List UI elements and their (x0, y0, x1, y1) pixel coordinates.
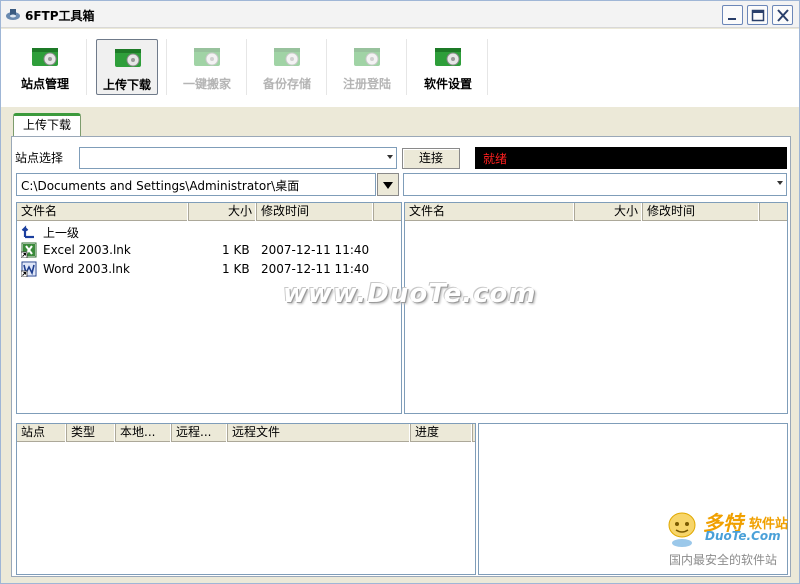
list-item[interactable]: Excel 2003.lnk 1 KB 2007-12-11 11:40 (17, 241, 401, 261)
column-header-size[interactable]: 大小 (575, 203, 643, 221)
column-header-site[interactable]: 站点 (17, 424, 67, 442)
triangle-down-icon (383, 182, 393, 189)
toolbar-register-login-button[interactable]: 注册登陆 (336, 39, 398, 95)
tab-upload-download[interactable]: 上传下载 (13, 113, 81, 137)
toolbar-label: 软件设置 (423, 77, 472, 91)
excel-icon (21, 242, 37, 258)
watermark-text: www.DuoTe.com (283, 279, 537, 309)
column-header-progress[interactable]: 进度 (411, 424, 473, 442)
logo-site: DuoTe.Com (705, 529, 781, 543)
column-header-filler (374, 203, 401, 221)
chevron-down-icon (777, 181, 783, 185)
app-icon (6, 9, 20, 20)
queue-list-header: 站点 类型 本地... 远程... 远程文件 进度 (17, 424, 475, 442)
toolbar-separator (326, 39, 327, 95)
file-size: 1 KB (222, 262, 250, 276)
local-list-header: 文件名 大小 修改时间 (17, 203, 401, 221)
file-name: Word 2003.lnk (43, 262, 130, 276)
chevron-down-icon (387, 155, 393, 159)
connect-button[interactable]: 连接 (402, 148, 460, 169)
toolbar-label: 上传下载 (102, 78, 151, 92)
window-title: 6FTP工具箱 (25, 9, 95, 23)
main-toolbar: 站点管理 上传下载 一键搬家 备份存储 注册登陆 软件设置 (1, 29, 799, 107)
site-select-label: 站点选择 (15, 151, 64, 165)
list-item[interactable]: Word 2003.lnk 1 KB 2007-12-11 11:40 (17, 260, 401, 280)
minimize-button[interactable] (722, 5, 743, 25)
toolbar-label: 站点管理 (20, 77, 69, 91)
title-bar: 6FTP工具箱 (1, 1, 799, 28)
duote-logo: 多特 软件站 DuoTe.Com 国内最安全的软件站 (665, 507, 795, 577)
column-header-filename[interactable]: 文件名 (405, 203, 575, 221)
toolbar-backup-storage-button[interactable]: 备份存储 (256, 39, 318, 95)
file-mtime: 2007-12-11 11:40 (261, 262, 370, 276)
minimize-icon (728, 18, 736, 20)
toolbar-separator (86, 39, 87, 95)
remote-list-header: 文件名 大小 修改时间 (405, 203, 787, 221)
maximize-button[interactable] (747, 5, 768, 25)
local-path-combo[interactable]: C:\Documents and Settings\Administrator\… (16, 173, 376, 196)
column-header-type[interactable]: 类型 (67, 424, 116, 442)
file-name: 上一级 (43, 226, 80, 240)
toolbar-separator (166, 39, 167, 95)
toolbar-label: 注册登陆 (342, 77, 391, 91)
column-header-remote[interactable]: 远程... (172, 424, 228, 442)
toolbar-label: 一键搬家 (182, 77, 231, 91)
settings-icon (435, 48, 461, 66)
upload-download-icon (115, 49, 141, 67)
register-login-icon (354, 48, 380, 66)
logo-slogan: 国内最安全的软件站 (669, 553, 778, 567)
column-header-remote-file[interactable]: 远程文件 (228, 424, 411, 442)
maximize-icon (751, 9, 765, 22)
column-header-filler (760, 203, 787, 221)
remote-path-combo[interactable] (403, 173, 787, 196)
status-display: 就绪 (475, 147, 787, 169)
transfer-queue-list[interactable]: 站点 类型 本地... 远程... 远程文件 进度 (16, 423, 476, 575)
file-name: Excel 2003.lnk (43, 243, 131, 257)
toolbar-label: 备份存储 (262, 77, 311, 91)
toolbar-separator (406, 39, 407, 95)
mascot-icon (668, 512, 696, 547)
file-size: 1 KB (222, 243, 250, 257)
app-window: 6FTP工具箱 站点管理 上传下载 一键搬家 备份存储 注册登陆 软件设置 上传… (0, 0, 800, 584)
local-path-value: C:\Documents and Settings\Administrator\… (21, 179, 300, 193)
column-header-modified[interactable]: 修改时间 (257, 203, 374, 221)
up-folder-icon (21, 225, 34, 239)
site-select-dropdown[interactable] (79, 147, 397, 169)
toolbar-site-manager-button[interactable]: 站点管理 (14, 39, 76, 95)
word-icon (21, 261, 37, 277)
toolbar-separator (487, 39, 488, 95)
column-header-size[interactable]: 大小 (189, 203, 257, 221)
site-manager-icon (32, 48, 58, 66)
close-button[interactable] (772, 5, 793, 25)
toolbar-upload-download-button[interactable]: 上传下载 (96, 39, 158, 95)
local-path-dropdown-button[interactable] (377, 173, 399, 196)
backup-storage-icon (274, 48, 300, 66)
list-item-parent[interactable]: 上一级 (17, 222, 401, 242)
file-mtime: 2007-12-11 11:40 (261, 243, 370, 257)
one-click-move-icon (194, 48, 220, 66)
column-header-filename[interactable]: 文件名 (17, 203, 189, 221)
column-header-modified[interactable]: 修改时间 (643, 203, 760, 221)
column-header-local[interactable]: 本地... (116, 424, 172, 442)
toolbar-one-click-move-button[interactable]: 一键搬家 (176, 39, 238, 95)
close-icon (777, 9, 789, 22)
toolbar-separator (246, 39, 247, 95)
toolbar-settings-button[interactable]: 软件设置 (417, 39, 479, 95)
status-text: 就绪 (483, 152, 508, 166)
